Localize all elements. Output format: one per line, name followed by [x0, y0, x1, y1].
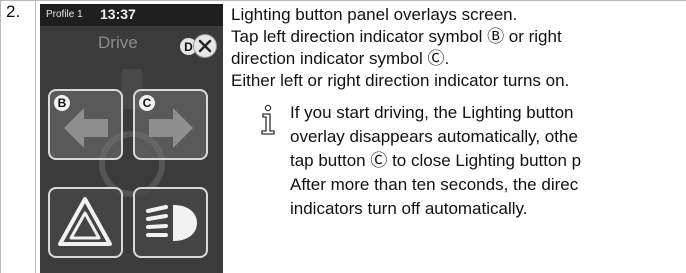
note-line: If you start driving, the Lighting butto…	[290, 103, 574, 122]
instruction-line: Lighting button panel overlays screen.	[231, 5, 518, 24]
column-divider	[35, 0, 36, 273]
profile-label: Profile 1	[46, 9, 83, 20]
headlight-button[interactable]	[133, 187, 208, 258]
note-line: overlay disappears automatically, othe	[290, 127, 578, 146]
hazard-button[interactable]	[48, 187, 123, 258]
info-icon	[261, 104, 275, 135]
screen-title: Drive	[98, 33, 138, 52]
instruction-line: Either left or right direction indicator…	[231, 71, 570, 90]
note-line: indicators turn off automatically.	[290, 199, 528, 218]
instruction-line: direction indicator symbol Ⓒ.	[231, 49, 450, 68]
clock: 13:37	[100, 6, 136, 22]
left-indicator-button[interactable]: B	[48, 89, 123, 160]
note-line: After more than ten seconds, the direc	[290, 175, 579, 194]
headlight-icon	[146, 205, 197, 241]
close-icon	[198, 39, 212, 53]
close-button[interactable]	[193, 34, 217, 58]
note-line: tap button Ⓒ to close Lighting button p	[290, 151, 582, 170]
status-bar: Profile 1 13:37	[40, 4, 223, 26]
device-screen: Profile 1 13:37 Drive D B C	[40, 4, 223, 273]
hazard-icon	[58, 197, 112, 246]
instruction-line: Tap left direction indicator symbol Ⓑ or…	[231, 27, 562, 46]
right-indicator-button[interactable]: C	[133, 89, 208, 160]
step-number: 2.	[6, 2, 21, 21]
callout-c: C	[139, 95, 155, 111]
callout-b: B	[54, 95, 70, 111]
